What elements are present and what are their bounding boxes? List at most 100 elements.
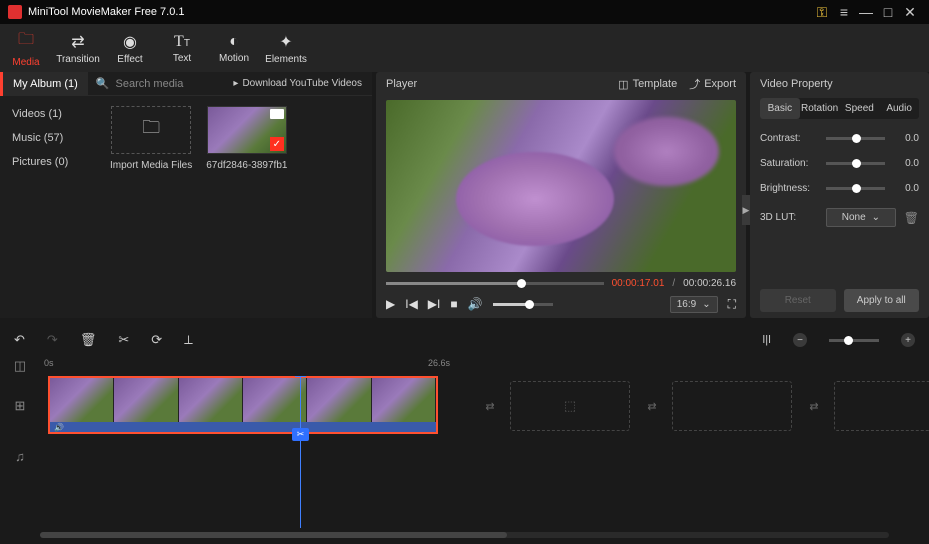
ruler-start: 0s <box>44 358 54 368</box>
proptab-basic[interactable]: Basic <box>760 98 800 119</box>
checkmark-icon: ✓ <box>270 137 284 151</box>
export-label: Export <box>704 78 736 90</box>
speed-button[interactable]: ⟳ <box>151 332 162 348</box>
elements-icon: ✦ <box>279 32 292 52</box>
cat-pictures[interactable]: Pictures (0) <box>0 150 100 174</box>
template-button[interactable]: ◫ Template <box>618 78 677 91</box>
transition-slot-icon[interactable]: ⇄ <box>642 400 662 413</box>
tab-elements[interactable]: ✦ Elements <box>260 24 312 72</box>
media-thumbnail[interactable]: ✓ <box>207 106 287 154</box>
prev-frame-button[interactable]: I◀ <box>405 297 418 311</box>
app-title: MiniTool MovieMaker Free 7.0.1 <box>28 6 811 18</box>
minimize-button[interactable]: — <box>855 4 877 20</box>
maximize-button[interactable]: □ <box>877 4 899 20</box>
tab-label: Text <box>173 53 191 64</box>
volume-slider[interactable] <box>493 303 553 306</box>
saturation-label: Saturation: <box>760 158 818 169</box>
brightness-slider[interactable] <box>826 187 885 190</box>
aspect-ratio-select[interactable]: 16:9 ⌄ <box>670 296 718 313</box>
tab-text[interactable]: TT Text <box>156 24 208 72</box>
zoom-out-button[interactable]: − <box>793 333 807 347</box>
redo-button[interactable]: ↷ <box>47 332 58 348</box>
playhead-marker-icon <box>295 376 306 377</box>
template-icon: ◫ <box>618 78 628 91</box>
license-key-icon[interactable]: ⚿ <box>811 4 833 21</box>
time-total: 00:00:26.16 <box>683 278 736 289</box>
export-button[interactable]: ⤴ Export <box>689 76 736 92</box>
transition-slot-icon[interactable]: ⇄ <box>804 400 824 413</box>
playhead-split-button[interactable]: ✂ <box>292 428 309 441</box>
brightness-value: 0.0 <box>893 183 919 194</box>
drop-slot[interactable] <box>834 381 929 431</box>
speaker-icon: 🔊 <box>54 423 64 432</box>
tab-motion[interactable]: ◐ Motion <box>208 24 260 72</box>
drop-slot[interactable]: ⬚ <box>510 381 630 431</box>
saturation-slider[interactable] <box>826 162 885 165</box>
cat-music[interactable]: Music (57) <box>0 126 100 150</box>
playhead[interactable]: ✂ <box>300 376 301 528</box>
contrast-slider[interactable] <box>826 137 885 140</box>
timeline: ◫ 0s 26.6s ✂ ⊞ 🔊 ⇄ ⬚ <box>0 356 929 544</box>
video-track-icon: ⊞ <box>0 398 40 414</box>
close-button[interactable]: ✕ <box>899 4 921 21</box>
apply-all-button[interactable]: Apply to all <box>844 289 920 312</box>
seek-slider[interactable] <box>386 282 604 285</box>
split-button[interactable]: ✂ <box>118 332 129 348</box>
time-separator: / <box>672 278 675 289</box>
zoom-in-button[interactable]: + <box>901 333 915 347</box>
import-media-button[interactable]: 🗀 <box>111 106 191 154</box>
proptab-audio[interactable]: Audio <box>879 98 919 119</box>
stop-button[interactable]: ■ <box>450 297 457 311</box>
tab-media[interactable]: 🗀 Media <box>0 24 52 72</box>
undo-button[interactable]: ↶ <box>14 332 25 348</box>
player-panel: Player ◫ Template ⤴ Export 00:00:17.01 /… <box>376 72 746 318</box>
zoom-slider[interactable] <box>829 339 879 342</box>
album-tab[interactable]: My Album (1) <box>0 72 88 96</box>
timeline-scrollbar[interactable] <box>40 532 889 540</box>
property-title: Video Property <box>760 78 919 90</box>
lut-label: 3D LUT: <box>760 212 818 223</box>
tab-transition[interactable]: ⇄ Transition <box>52 24 104 72</box>
proptab-speed[interactable]: Speed <box>840 98 880 119</box>
drop-slot[interactable] <box>672 381 792 431</box>
volume-icon[interactable]: 🔊 <box>468 297 483 311</box>
video-clip[interactable]: 🔊 <box>48 376 438 434</box>
crop-button[interactable]: ⟂ <box>184 332 193 348</box>
play-button[interactable]: ▶ <box>386 297 395 311</box>
timeline-ruler[interactable]: ◫ 0s 26.6s <box>0 356 929 376</box>
contrast-label: Contrast: <box>760 133 818 144</box>
tab-label: Transition <box>56 54 100 65</box>
transition-slot-icon[interactable]: ⇄ <box>480 400 500 413</box>
next-frame-button[interactable]: ▶I <box>428 297 441 311</box>
time-current: 00:00:17.01 <box>612 278 665 289</box>
contrast-value: 0.0 <box>893 133 919 144</box>
saturation-value: 0.0 <box>893 158 919 169</box>
export-icon: ⤴ <box>689 76 700 92</box>
chevron-down-icon: ⌄ <box>702 299 710 310</box>
tab-effect[interactable]: ◉ Effect <box>104 24 156 72</box>
menu-icon[interactable]: ≡ <box>833 4 855 20</box>
lut-value: None <box>842 212 866 223</box>
lut-delete-button[interactable]: 🗑 <box>904 211 919 225</box>
cat-videos[interactable]: Videos (1) <box>0 102 100 126</box>
reset-button[interactable]: Reset <box>760 289 836 312</box>
delete-button[interactable]: 🗑 <box>80 332 97 348</box>
timeline-toolbar: ↶ ↷ 🗑 ✂ ⟳ ⟂ ǀ|ǀ − + <box>0 324 929 356</box>
chevron-down-icon: ⌄ <box>872 212 880 223</box>
fullscreen-button[interactable]: ⛶ <box>728 297 736 312</box>
download-youtube-link[interactable]: ▸ Download YouTube Videos <box>223 78 372 89</box>
player-viewport[interactable] <box>386 100 736 272</box>
search-placeholder: Search media <box>116 78 184 90</box>
panel-collapse-button[interactable]: ▶ <box>742 195 750 225</box>
layers-icon[interactable]: ◫ <box>0 356 40 376</box>
lut-select[interactable]: None ⌄ <box>826 208 896 227</box>
brightness-label: Brightness: <box>760 183 818 194</box>
toolbar-tabs: 🗀 Media ⇄ Transition ◉ Effect TT Text ◐ … <box>0 24 929 72</box>
motion-icon: ◐ <box>229 33 239 51</box>
snap-button[interactable]: ǀ|ǀ <box>762 334 771 346</box>
search-input[interactable]: 🔍 Search media <box>88 77 224 90</box>
audio-track[interactable] <box>40 436 929 476</box>
youtube-label: Download YouTube Videos <box>242 78 362 89</box>
proptab-rotation[interactable]: Rotation <box>800 98 840 119</box>
media-panel: My Album (1) 🔍 Search media ▸ Download Y… <box>0 72 372 318</box>
